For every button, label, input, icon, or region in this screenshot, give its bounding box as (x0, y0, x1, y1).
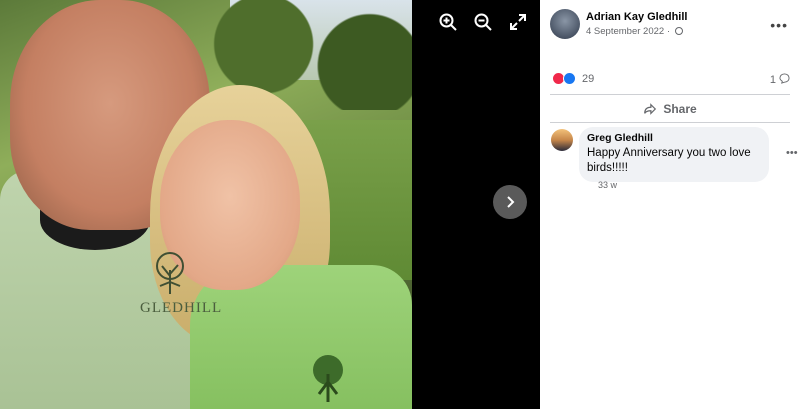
chevron-right-icon (507, 196, 515, 208)
tree-logo-icon (156, 252, 184, 294)
post-date-text: 4 September 2022 (586, 26, 665, 37)
post-author[interactable]: Adrian Kay Gledhill (586, 11, 687, 23)
zoom-in-button[interactable] (438, 12, 458, 32)
share-button[interactable]: Share (550, 96, 790, 122)
next-photo-button[interactable] (493, 185, 527, 219)
commenter-avatar[interactable] (551, 129, 573, 151)
post-side-panel: Adrian Kay Gledhill 4 September 2022 · •… (540, 0, 800, 409)
post-photo: GLEDHILL (0, 0, 412, 409)
date-separator: · (666, 26, 670, 37)
zoom-in-icon (439, 13, 457, 31)
zoom-out-icon (474, 13, 492, 31)
comment-timestamp[interactable]: 33 w (598, 180, 617, 190)
reactions-summary: 29 1 (550, 70, 790, 88)
share-label: Share (663, 102, 697, 116)
share-icon (644, 103, 657, 115)
divider (550, 122, 790, 123)
post-header: Adrian Kay Gledhill 4 September 2022 · •… (550, 9, 790, 41)
zoom-out-button[interactable] (473, 12, 493, 32)
post-options-button[interactable]: ••• (770, 17, 788, 33)
comment-count[interactable]: 1 (770, 73, 790, 86)
comment-icon (779, 73, 790, 84)
fullscreen-button[interactable] (508, 12, 528, 32)
globe-icon (674, 27, 683, 35)
reaction-count[interactable]: 29 (582, 73, 594, 85)
comment-count-value: 1 (769, 74, 776, 86)
tree-logo-icon (313, 355, 343, 402)
divider (550, 94, 790, 95)
comment-author[interactable]: Greg Gledhill (587, 132, 760, 144)
fullscreen-icon (510, 14, 526, 30)
photo-viewer: GLEDHILL (0, 0, 540, 409)
author-avatar[interactable] (550, 9, 580, 39)
like-reaction-icon[interactable] (563, 72, 576, 85)
shirt-logo-text: GLEDHILL (140, 300, 223, 316)
comment-bubble: Greg Gledhill Happy Anniversary you two … (579, 127, 769, 182)
comment-options-button[interactable]: ••• (786, 147, 798, 159)
post-date[interactable]: 4 September 2022 · (586, 26, 683, 37)
comment-text: Happy Anniversary you two love birds!!!!… (587, 147, 751, 174)
